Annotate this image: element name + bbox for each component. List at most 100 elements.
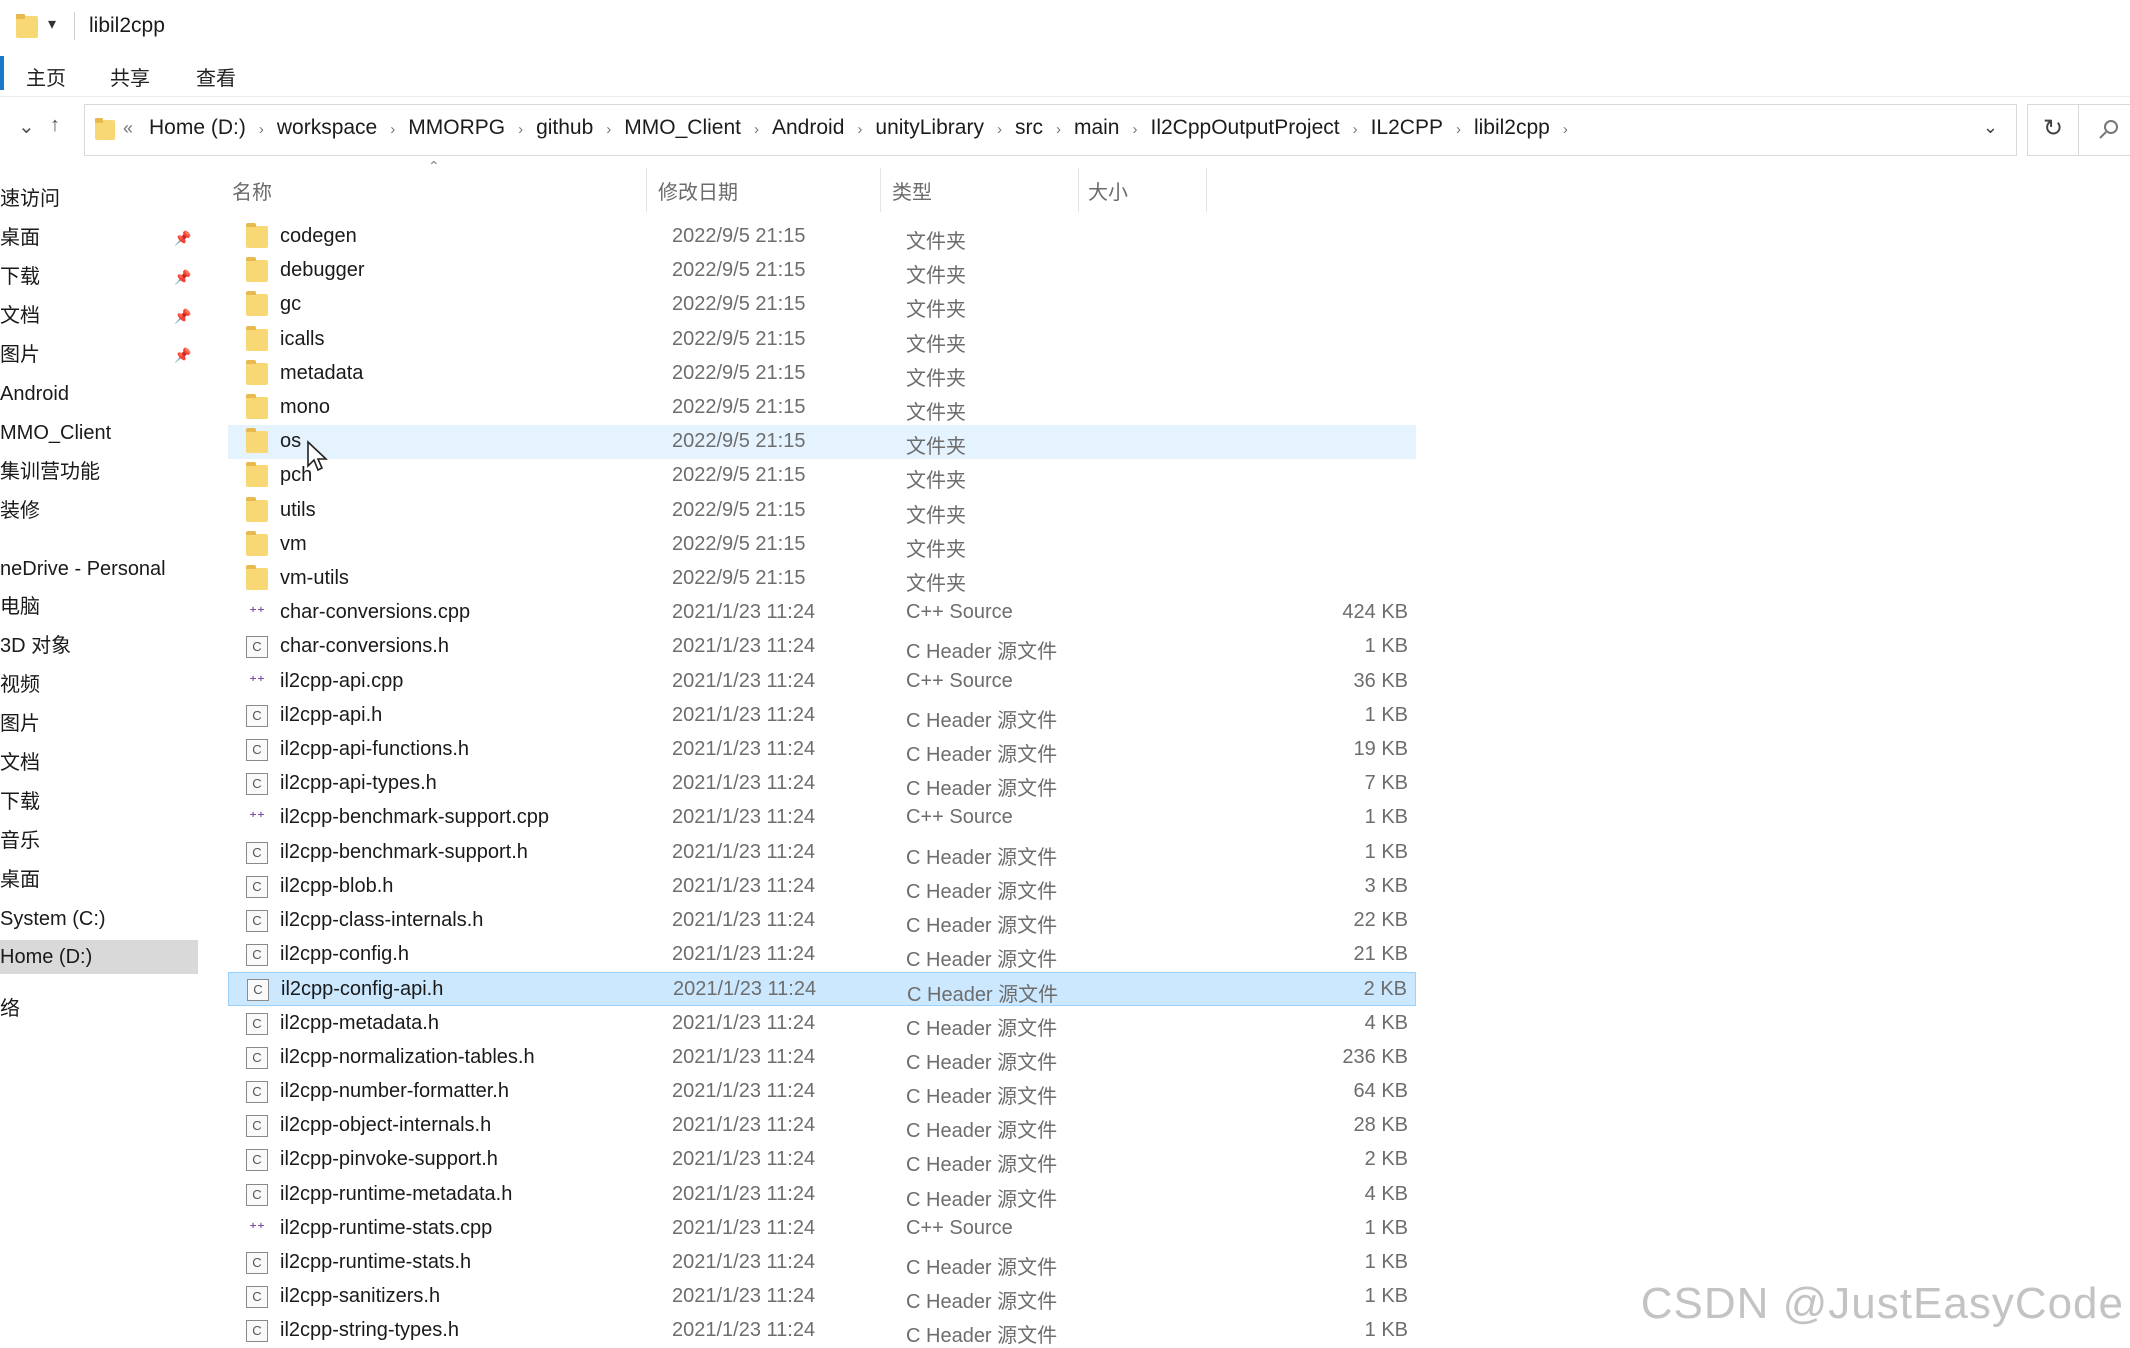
file-row[interactable]: Cil2cpp-api-functions.h 2021/1/23 11:24 C … [228, 733, 1416, 767]
file-row[interactable]: Cil2cpp-number-formatter.h 2021/1/23 11:2… [228, 1075, 1416, 1109]
file-row[interactable]: Cil2cpp-sanitizers.h 2021/1/23 11:24 C Hea… [228, 1280, 1416, 1314]
breadcrumb-chevron-icon[interactable]: › [1563, 121, 1568, 138]
file-row[interactable]: ⁺⁺ il2cpp-api.cpp 2021/1/23 11:24 C++ Sourc… [228, 665, 1416, 699]
column-divider[interactable] [880, 168, 881, 212]
breadcrumb-item[interactable]: MMO_Client [624, 116, 741, 140]
nav-item[interactable]: 电脑 [0, 590, 198, 624]
nav-item[interactable]: neDrive - Personal [0, 552, 198, 586]
file-row[interactable]: Cil2cpp-runtime-stats.h 2021/1/23 11:24 C … [228, 1246, 1416, 1280]
folder-row[interactable]: pch 2022/9/5 21:15 文件夹 [228, 459, 1416, 493]
file-row[interactable]: Cil2cpp-config.h 2021/1/23 11:24 C Header … [228, 938, 1416, 972]
overflow-chevron-icon[interactable]: « [123, 118, 133, 139]
tab-home[interactable]: 主页 [20, 60, 72, 93]
up-arrow-icon[interactable]: ↑ [50, 114, 60, 137]
nav-item[interactable]: 下载 📌 [0, 260, 198, 294]
file-row[interactable]: Cil2cpp-object-internals.h 2021/1/23 11:2… [228, 1109, 1416, 1143]
file-row[interactable]: Cil2cpp-pinvoke-support.h 2021/1/23 11:24… [228, 1143, 1416, 1177]
breadcrumb-item[interactable]: libil2cpp [1474, 116, 1550, 140]
folder-row[interactable]: metadata 2022/9/5 21:15 文件夹 [228, 357, 1416, 391]
nav-item[interactable]: 桌面 [0, 863, 198, 897]
nav-item[interactable]: 桌面 📌 [0, 221, 198, 255]
folder-row[interactable]: vm-utils 2022/9/5 21:15 文件夹 [228, 562, 1416, 596]
file-row[interactable]: Cchar-conversions.h 2021/1/23 11:24 C Head… [228, 630, 1416, 664]
pin-icon: 📌 [174, 308, 192, 324]
breadcrumb-item[interactable]: Il2CppOutputProject [1150, 116, 1339, 140]
breadcrumb-item[interactable]: main [1074, 116, 1120, 140]
column-divider[interactable] [1206, 168, 1207, 212]
file-type: C Header 源文件 [906, 744, 1058, 766]
nav-item[interactable]: Android [0, 377, 198, 411]
file-row[interactable]: Cil2cpp-class-internals.h 2021/1/23 11:24… [228, 904, 1416, 938]
nav-item[interactable]: 装修 [0, 494, 198, 528]
file-row[interactable]: ⁺⁺ char-conversions.cpp 2021/1/23 11:24 C++… [228, 596, 1416, 630]
tab-view[interactable]: 查看 [190, 60, 242, 93]
nav-item[interactable]: 音乐 [0, 824, 198, 858]
breadcrumb-chevron-icon[interactable]: › [997, 121, 1002, 138]
folder-row[interactable]: utils 2022/9/5 21:15 文件夹 [228, 494, 1416, 528]
nav-item[interactable]: 视频 [0, 668, 198, 702]
column-header-name[interactable]: 名称 [232, 176, 272, 205]
folder-row[interactable]: mono 2022/9/5 21:15 文件夹 [228, 391, 1416, 425]
nav-item[interactable]: Home (D:) [0, 940, 198, 974]
breadcrumb-chevron-icon[interactable]: › [518, 121, 523, 138]
breadcrumb-item[interactable]: Home (D:) [149, 116, 246, 140]
breadcrumb-chevron-icon[interactable]: › [1132, 121, 1137, 138]
file-row[interactable]: Cil2cpp-metadata.h 2021/1/23 11:24 C Heade… [228, 1007, 1416, 1041]
breadcrumb-chevron-icon[interactable]: › [857, 121, 862, 138]
file-row[interactable]: Cil2cpp-normalization-tables.h 2021/1/23 … [228, 1041, 1416, 1075]
file-row[interactable]: Cil2cpp-string-types.h 2021/1/23 11:24 C H… [228, 1314, 1416, 1348]
folder-row[interactable]: gc 2022/9/5 21:15 文件夹 [228, 288, 1416, 322]
refresh-button[interactable]: ↻ [2027, 104, 2079, 156]
nav-item[interactable]: System (C:) [0, 902, 198, 936]
breadcrumb-item[interactable]: unityLibrary [875, 116, 984, 140]
nav-item[interactable]: 集训营功能 [0, 455, 198, 489]
column-divider[interactable] [646, 168, 647, 212]
breadcrumb-item[interactable]: src [1015, 116, 1043, 140]
breadcrumb-chevron-icon[interactable]: › [1456, 121, 1461, 138]
nav-item[interactable]: 文档 [0, 746, 198, 780]
column-header-size[interactable]: 大小 [1088, 176, 1128, 205]
address-dropdown-icon[interactable]: ⌄ [1983, 117, 1998, 138]
file-row[interactable]: Cil2cpp-api-types.h 2021/1/23 11:24 C Head… [228, 767, 1416, 801]
folder-row[interactable]: vm 2022/9/5 21:15 文件夹 [228, 528, 1416, 562]
file-row[interactable]: Cil2cpp-benchmark-support.h 2021/1/23 11:… [228, 836, 1416, 870]
nav-item[interactable]: 络 [0, 992, 198, 1026]
breadcrumb-chevron-icon[interactable]: › [259, 121, 264, 138]
tab-share[interactable]: 共享 [104, 60, 156, 93]
folder-row[interactable]: debugger 2022/9/5 21:15 文件夹 [228, 254, 1416, 288]
file-row[interactable]: Cil2cpp-blob.h 2021/1/23 11:24 C Header 源文… [228, 870, 1416, 904]
nav-item[interactable]: 3D 对象 [0, 629, 198, 663]
file-row[interactable]: Cil2cpp-runtime-metadata.h 2021/1/23 11:2… [228, 1178, 1416, 1212]
file-row[interactable]: Cil2cpp-api.h 2021/1/23 11:24 C Header 源文件… [228, 699, 1416, 733]
column-header-type[interactable]: 类型 [892, 176, 932, 205]
breadcrumb-chevron-icon[interactable]: › [1056, 121, 1061, 138]
address-bar[interactable]: « Home (D:) › workspace › MMORPG › github › MMO_… [84, 104, 2017, 156]
column-header-date[interactable]: 修改日期 [658, 176, 738, 205]
file-row[interactable]: ⁺⁺ il2cpp-runtime-stats.cpp 2021/1/23 11:2… [228, 1212, 1416, 1246]
breadcrumb-chevron-icon[interactable]: › [1353, 121, 1358, 138]
nav-item[interactable]: 图片 [0, 707, 198, 741]
folder-row[interactable]: codegen 2022/9/5 21:15 文件夹 [228, 220, 1416, 254]
file-row[interactable]: Cil2cpp-config-api.h 2021/1/23 11:24 C Hea… [228, 972, 1416, 1006]
breadcrumb-item[interactable]: workspace [277, 116, 377, 140]
folder-row[interactable]: os 2022/9/5 21:15 文件夹 [228, 425, 1416, 459]
nav-item[interactable]: 文档 📌 [0, 299, 198, 333]
nav-item[interactable]: MMO_Client [0, 416, 198, 450]
breadcrumb-item[interactable]: Android [772, 116, 844, 140]
recent-locations-chevron-icon[interactable]: ⌄ [18, 114, 35, 139]
breadcrumb-chevron-icon[interactable]: › [390, 121, 395, 138]
breadcrumb-chevron-icon[interactable]: › [606, 121, 611, 138]
breadcrumb-item[interactable]: github [536, 116, 593, 140]
breadcrumb-item[interactable]: MMORPG [408, 116, 505, 140]
quick-access-dropdown-icon[interactable]: ▾ [48, 14, 56, 34]
breadcrumb-chevron-icon[interactable]: › [754, 121, 759, 138]
nav-item[interactable]: 速访问 [0, 182, 198, 216]
breadcrumb-item[interactable]: IL2CPP [1371, 116, 1443, 140]
nav-item[interactable]: 下载 [0, 785, 198, 819]
folder-row[interactable]: icalls 2022/9/5 21:15 文件夹 [228, 323, 1416, 357]
nav-item[interactable]: 图片 📌 [0, 338, 198, 372]
search-box[interactable] [2078, 104, 2130, 156]
column-divider[interactable] [1078, 168, 1079, 212]
file-row[interactable]: ⁺⁺ il2cpp-benchmark-support.cpp 2021/1/23 … [228, 801, 1416, 835]
file-date: 2021/1/23 11:24 [672, 943, 816, 965]
